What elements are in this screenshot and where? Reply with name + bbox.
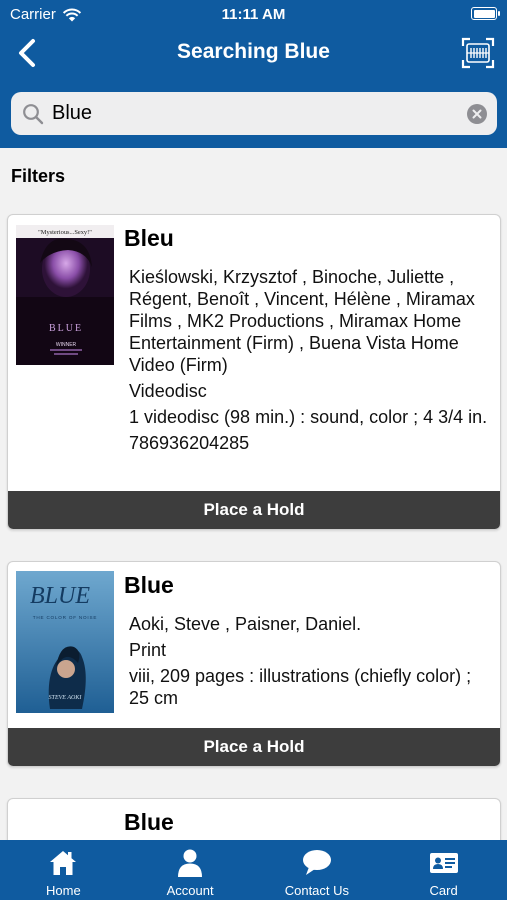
result-format: Videodisc: [129, 381, 207, 401]
results-list[interactable]: Filters "Mysterious...Sexy!" BLUE WINNER…: [0, 148, 507, 840]
film-poster-image: "Mysterious...Sexy!" BLUE WINNER: [16, 225, 114, 365]
person-icon: [178, 849, 203, 877]
result-info: Blue: [124, 807, 490, 840]
search-bar: [11, 92, 497, 135]
tab-contact-us[interactable]: Contact Us: [254, 840, 381, 900]
tab-label: Account: [166, 883, 214, 898]
tab-label: Home: [46, 883, 81, 898]
cover-image: "Mysterious...Sexy!" BLUE WINNER: [16, 225, 114, 365]
result-card-body[interactable]: "Mysterious...Sexy!" BLUE WINNER Bleu Ki…: [8, 215, 500, 458]
result-description: 1 videodisc (98 min.) : sound, color ; 4…: [129, 407, 488, 427]
nav-bar: Searching Blue: [0, 30, 507, 76]
result-card-body[interactable]: Blue: [8, 799, 500, 840]
result-card-body[interactable]: BLUE THE COLOR OF NOISE STEVE AOKI Blue …: [8, 562, 500, 713]
clear-search-button[interactable]: [467, 103, 487, 124]
result-authors: Aoki, Steve , Paisner, Daniel.: [129, 614, 362, 634]
result-format: Print: [129, 640, 167, 660]
page-title: Searching Blue: [177, 40, 330, 63]
result-identifier: 786936204285: [129, 433, 250, 453]
result-card[interactable]: "Mysterious...Sexy!" BLUE WINNER Bleu Ki…: [7, 214, 501, 530]
poster-title: BLUE: [49, 323, 83, 334]
result-description: viii, 209 pages : illustrations (chiefly…: [129, 666, 472, 708]
search-input[interactable]: [52, 92, 467, 135]
book-cover-image: BLUE THE COLOR OF NOISE STEVE AOKI: [16, 571, 114, 713]
result-title[interactable]: Bleu: [124, 225, 490, 252]
place-hold-button[interactable]: Place a Hold: [8, 728, 500, 766]
tab-bar: Home Account Contact Us Card: [0, 840, 507, 900]
close-icon: [472, 109, 482, 118]
cover-subtitle: THE COLOR OF NOISE: [33, 615, 97, 620]
chat-bubble-icon: [302, 850, 331, 875]
tab-card[interactable]: Card: [380, 840, 507, 900]
result-authors: Kieślowski, Krzysztof , Binoche, Juliett…: [129, 267, 475, 375]
cover-image: [16, 807, 114, 840]
tab-account[interactable]: Account: [127, 840, 254, 900]
result-info: Blue Aoki, Steve , Paisner, Daniel. Prin…: [124, 570, 490, 713]
status-bar: Carrier 11:11 AM: [0, 0, 507, 28]
cover-image: BLUE THE COLOR OF NOISE STEVE AOKI: [16, 571, 114, 713]
result-title[interactable]: Blue: [124, 572, 490, 599]
result-card[interactable]: Blue: [7, 798, 501, 840]
result-card[interactable]: BLUE THE COLOR OF NOISE STEVE AOKI Blue …: [7, 561, 501, 767]
cover-author: STEVE AOKI: [49, 695, 83, 701]
id-card-icon: [429, 853, 458, 873]
result-title[interactable]: Blue: [124, 809, 490, 836]
poster-tagline: "Mysterious...Sexy!": [38, 229, 92, 236]
cover-title: BLUE: [30, 583, 90, 609]
home-icon: [50, 851, 77, 875]
tab-label: Card: [429, 883, 458, 898]
app-header: Carrier 11:11 AM Searching Blue: [0, 0, 507, 148]
tab-home[interactable]: Home: [0, 840, 127, 900]
status-time: 11:11 AM: [221, 6, 286, 23]
result-info: Bleu Kieślowski, Krzysztof , Binoche, Ju…: [124, 223, 490, 458]
place-hold-button[interactable]: Place a Hold: [8, 491, 500, 529]
tab-label: Contact Us: [284, 883, 350, 898]
barcode-scan-icon[interactable]: [461, 36, 495, 70]
filters-button[interactable]: Filters: [11, 166, 65, 187]
poster-badge: WINNER: [56, 342, 77, 348]
search-icon: [23, 103, 44, 124]
battery-icon: [471, 7, 500, 20]
